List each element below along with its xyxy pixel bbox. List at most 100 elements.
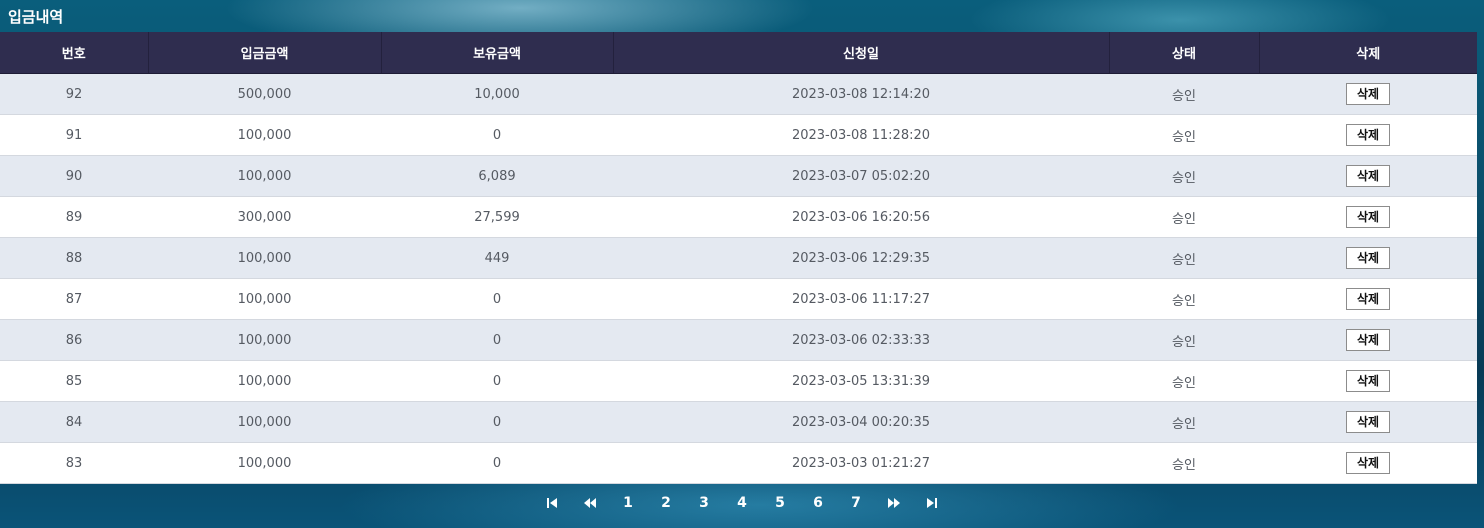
- delete-button[interactable]: 삭제: [1346, 452, 1390, 474]
- cell-balance: 0: [381, 278, 613, 320]
- cell-status: 승인: [1109, 237, 1259, 279]
- cell-deposit-amount: 100,000: [148, 442, 381, 484]
- cell-deposit-amount: 100,000: [148, 278, 381, 320]
- cell-deposit-amount: 100,000: [148, 319, 381, 361]
- cell-deposit-amount: 100,000: [148, 360, 381, 402]
- page-button-7[interactable]: 7: [837, 490, 875, 516]
- cell-status: 승인: [1109, 114, 1259, 156]
- cell-balance: 0: [381, 360, 613, 402]
- pagination: 1 2 3 4 5 6 7: [0, 490, 1484, 516]
- cell-request-date: 2023-03-03 01:21:27: [613, 442, 1109, 484]
- skip-first-icon: [547, 498, 557, 508]
- column-header-delete: 삭제: [1259, 32, 1477, 74]
- fast-forward-icon: [888, 498, 900, 508]
- cell-request-date: 2023-03-06 11:17:27: [613, 278, 1109, 320]
- title-bar: 입금내역: [0, 0, 1484, 32]
- table-row: 88 100,000 449 2023-03-06 12:29:35 승인 삭제: [0, 237, 1477, 279]
- cell-delete: 삭제: [1259, 360, 1477, 402]
- cell-delete: 삭제: [1259, 155, 1477, 197]
- table-row: 85 100,000 0 2023-03-05 13:31:39 승인 삭제: [0, 360, 1477, 402]
- cell-number: 90: [0, 155, 148, 197]
- first-page-button[interactable]: [533, 490, 571, 516]
- delete-button[interactable]: 삭제: [1346, 247, 1390, 269]
- delete-button[interactable]: 삭제: [1346, 124, 1390, 146]
- cell-number: 88: [0, 237, 148, 279]
- last-page-button[interactable]: [913, 490, 951, 516]
- table-row: 92 500,000 10,000 2023-03-08 12:14:20 승인 삭제: [0, 73, 1477, 115]
- table-row: 90 100,000 6,089 2023-03-07 05:02:20 승인 삭제: [0, 155, 1477, 197]
- table-header-row: 번호 입금금액 보유금액 신청일 상태 삭제: [0, 32, 1477, 74]
- table-row: 83 100,000 0 2023-03-03 01:21:27 승인 삭제: [0, 442, 1477, 484]
- cell-status: 승인: [1109, 360, 1259, 402]
- cell-delete: 삭제: [1259, 114, 1477, 156]
- page-title: 입금내역: [8, 8, 64, 26]
- cell-delete: 삭제: [1259, 442, 1477, 484]
- page-button-5[interactable]: 5: [761, 490, 799, 516]
- delete-button[interactable]: 삭제: [1346, 288, 1390, 310]
- cell-delete: 삭제: [1259, 319, 1477, 361]
- cell-balance: 0: [381, 442, 613, 484]
- table-body: 92 500,000 10,000 2023-03-08 12:14:20 승인 삭제 91…: [0, 73, 1477, 484]
- cell-delete: 삭제: [1259, 401, 1477, 443]
- cell-number: 89: [0, 196, 148, 238]
- page-button-3[interactable]: 3: [685, 490, 723, 516]
- table-row: 87 100,000 0 2023-03-06 11:17:27 승인 삭제: [0, 278, 1477, 320]
- cell-request-date: 2023-03-06 12:29:35: [613, 237, 1109, 279]
- delete-button[interactable]: 삭제: [1346, 329, 1390, 351]
- cell-deposit-amount: 100,000: [148, 155, 381, 197]
- table-row: 91 100,000 0 2023-03-08 11:28:20 승인 삭제: [0, 114, 1477, 156]
- cell-balance: 10,000: [381, 73, 613, 115]
- column-header-balance: 보유금액: [381, 32, 614, 74]
- cell-deposit-amount: 100,000: [148, 114, 381, 156]
- cell-request-date: 2023-03-08 12:14:20: [613, 73, 1109, 115]
- delete-button[interactable]: 삭제: [1346, 370, 1390, 392]
- page-button-4[interactable]: 4: [723, 490, 761, 516]
- previous-page-button[interactable]: [571, 490, 609, 516]
- cell-status: 승인: [1109, 155, 1259, 197]
- cell-status: 승인: [1109, 442, 1259, 484]
- cell-balance: 0: [381, 401, 613, 443]
- column-header-deposit-amount: 입금금액: [148, 32, 382, 74]
- page-button-2[interactable]: 2: [647, 490, 685, 516]
- cell-number: 92: [0, 73, 148, 115]
- cell-request-date: 2023-03-05 13:31:39: [613, 360, 1109, 402]
- cell-number: 85: [0, 360, 148, 402]
- cell-status: 승인: [1109, 196, 1259, 238]
- delete-button[interactable]: 삭제: [1346, 206, 1390, 228]
- cell-balance: 27,599: [381, 196, 613, 238]
- cell-delete: 삭제: [1259, 73, 1477, 115]
- cell-deposit-amount: 500,000: [148, 73, 381, 115]
- cell-status: 승인: [1109, 401, 1259, 443]
- next-page-button[interactable]: [875, 490, 913, 516]
- cell-number: 83: [0, 442, 148, 484]
- delete-button[interactable]: 삭제: [1346, 83, 1390, 105]
- cell-request-date: 2023-03-04 00:20:35: [613, 401, 1109, 443]
- page-button-1[interactable]: 1: [609, 490, 647, 516]
- delete-button[interactable]: 삭제: [1346, 411, 1390, 433]
- cell-delete: 삭제: [1259, 196, 1477, 238]
- cell-delete: 삭제: [1259, 237, 1477, 279]
- column-header-request-date: 신청일: [613, 32, 1110, 74]
- rewind-icon: [584, 498, 596, 508]
- skip-last-icon: [927, 498, 937, 508]
- delete-button[interactable]: 삭제: [1346, 165, 1390, 187]
- cell-deposit-amount: 300,000: [148, 196, 381, 238]
- column-header-status: 상태: [1109, 32, 1260, 74]
- cell-number: 86: [0, 319, 148, 361]
- cell-number: 91: [0, 114, 148, 156]
- table-row: 89 300,000 27,599 2023-03-06 16:20:56 승인 삭제: [0, 196, 1477, 238]
- deposit-history-table: 번호 입금금액 보유금액 신청일 상태 삭제 92 500,000 10,000 20…: [0, 32, 1477, 484]
- page-button-6[interactable]: 6: [799, 490, 837, 516]
- cell-deposit-amount: 100,000: [148, 401, 381, 443]
- cell-request-date: 2023-03-07 05:02:20: [613, 155, 1109, 197]
- cell-status: 승인: [1109, 319, 1259, 361]
- cell-deposit-amount: 100,000: [148, 237, 381, 279]
- cell-status: 승인: [1109, 278, 1259, 320]
- cell-number: 87: [0, 278, 148, 320]
- cell-request-date: 2023-03-06 02:33:33: [613, 319, 1109, 361]
- table-row: 84 100,000 0 2023-03-04 00:20:35 승인 삭제: [0, 401, 1477, 443]
- cell-request-date: 2023-03-08 11:28:20: [613, 114, 1109, 156]
- cell-status: 승인: [1109, 73, 1259, 115]
- cell-number: 84: [0, 401, 148, 443]
- cell-balance: 0: [381, 319, 613, 361]
